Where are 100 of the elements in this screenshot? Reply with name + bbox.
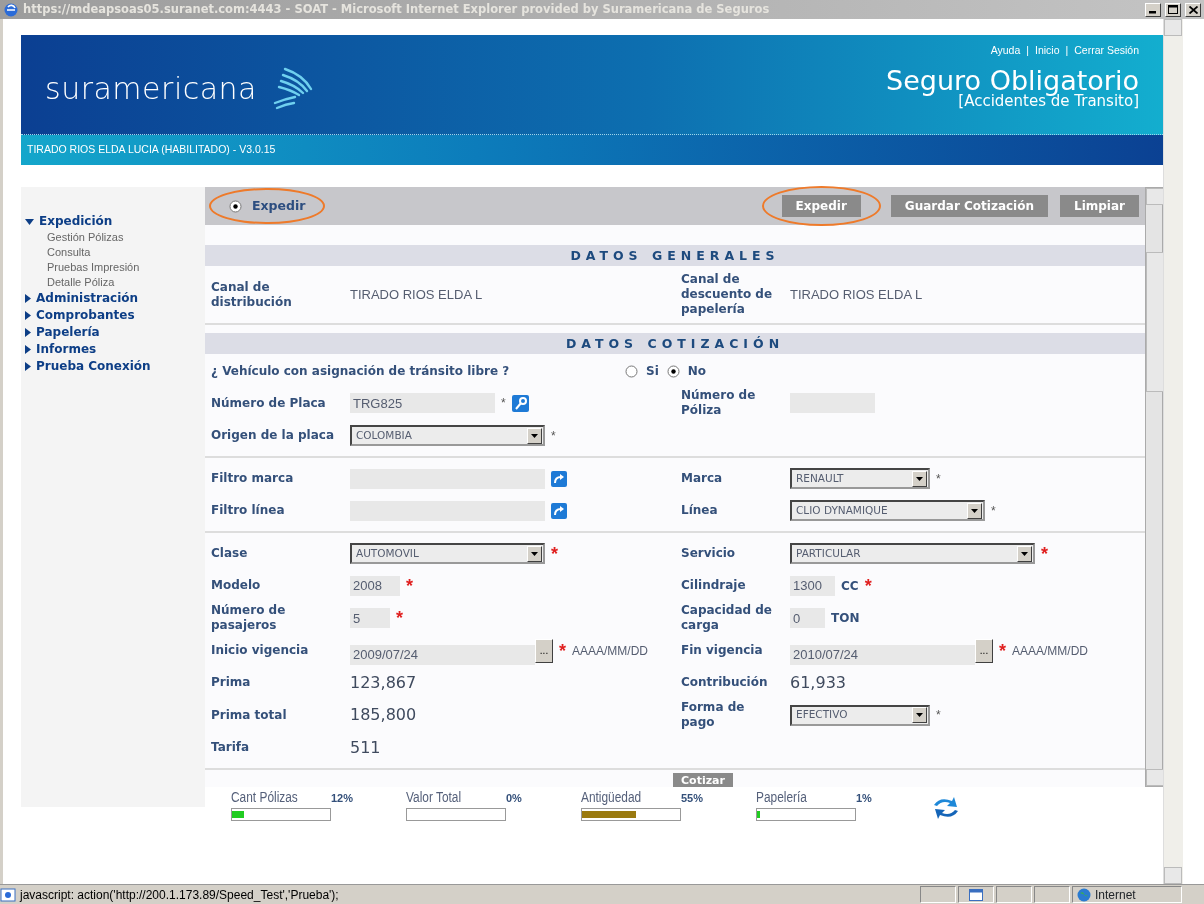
meter-label: Valor Total xyxy=(406,788,463,807)
status-pane xyxy=(996,886,1032,903)
sidebar-subitem[interactable]: Gestión Pólizas xyxy=(21,230,205,245)
required-mark: * xyxy=(396,613,403,623)
amount-value: 185,800 xyxy=(350,704,417,726)
globe-icon xyxy=(1077,887,1091,902)
security-zone: Internet xyxy=(1095,886,1136,904)
input-field[interactable]: 1300 xyxy=(790,575,835,596)
unit-label: CC xyxy=(841,577,859,595)
field-label: Prima total xyxy=(210,707,288,723)
required-mark: * xyxy=(999,645,1006,656)
close-icon xyxy=(1188,5,1198,14)
unit-label: TON xyxy=(831,610,860,627)
sidebar-item[interactable]: Expedición xyxy=(21,213,205,230)
sidebar-item[interactable]: Papelería xyxy=(21,324,205,341)
field-label: Línea xyxy=(680,503,719,518)
key-icon[interactable] xyxy=(511,394,529,412)
status-pane xyxy=(1034,886,1070,903)
radio-checked-icon xyxy=(666,364,680,378)
action-button[interactable]: Expedir xyxy=(781,195,861,217)
field-label: Capacidad de carga xyxy=(680,603,773,633)
required-mark: * xyxy=(559,645,566,656)
sidebar-subitem[interactable]: Detalle Póliza xyxy=(21,275,205,290)
sidebar-item[interactable]: Informes xyxy=(21,341,205,358)
meter-label: Cant Pólizas xyxy=(231,788,299,807)
required-mark: * xyxy=(406,580,413,591)
dropdown[interactable]: EFECTIVO xyxy=(790,704,930,726)
action-button[interactable]: Guardar Cotización xyxy=(890,195,1048,217)
sidebar-item[interactable]: Prueba Conexión xyxy=(21,358,205,375)
input-field[interactable]: 2010/07/24 xyxy=(790,644,975,665)
field-label: Fin vigencia xyxy=(680,643,764,658)
refresh-icon[interactable] xyxy=(931,795,961,821)
dropdown[interactable]: COLOMBIA xyxy=(350,425,545,446)
sidebar-item[interactable]: Comprobantes xyxy=(21,307,205,324)
field-label: Marca xyxy=(680,471,724,486)
quote-button[interactable]: Cotizar xyxy=(673,773,733,787)
sidebar-subitem[interactable]: Pruebas Impresión xyxy=(21,260,205,275)
status-pane xyxy=(920,886,956,903)
date-picker-button[interactable]: ... xyxy=(975,638,993,663)
field-label: Contribución xyxy=(680,675,769,690)
sidebar-item[interactable]: Administración xyxy=(21,290,205,307)
meter-label: Antigüedad xyxy=(581,788,643,807)
action-button[interactable]: Limpiar xyxy=(1060,195,1139,217)
input-field[interactable]: 2009/07/24 xyxy=(350,644,535,665)
maximize-button[interactable] xyxy=(1165,2,1181,17)
radio-option[interactable]: Si xyxy=(625,362,659,380)
section-header: DATOS GENERALES xyxy=(205,245,1145,266)
close-button[interactable] xyxy=(1185,2,1201,17)
dropdown-arrow-icon xyxy=(1021,551,1028,556)
sidebar-subitem[interactable]: Consulta xyxy=(21,245,205,260)
radio-option[interactable]: No xyxy=(666,362,707,380)
header-link[interactable]: Cerrar Sesión xyxy=(1074,43,1139,59)
dropdown[interactable]: PARTICULAR xyxy=(790,543,1035,564)
status-text: javascript: action('http://200.1.173.89/Speed_Test','Prueba'); xyxy=(18,886,340,904)
meter-reading: 55% xyxy=(681,791,704,806)
question-label: ¿ Vehículo con asignación de tránsito libre ? xyxy=(210,363,511,379)
dropdown-arrow-icon xyxy=(531,551,538,556)
radio-icon xyxy=(625,364,638,378)
dropdown[interactable]: RENAULT xyxy=(790,468,930,489)
radio-option[interactable]: Expedir xyxy=(229,196,306,216)
input-field[interactable]: 5 xyxy=(350,608,390,628)
field-label: Servicio xyxy=(680,546,737,561)
input-field[interactable]: TRG825 xyxy=(350,393,495,413)
required-mark: * xyxy=(551,427,556,445)
required-mark: * xyxy=(864,580,872,591)
field-label: Clase xyxy=(210,546,249,561)
field-label: Canal de descuento de papelería xyxy=(680,272,774,317)
field-label: Forma de pago xyxy=(680,700,746,730)
header-link[interactable]: Inicio xyxy=(1034,43,1060,59)
radio-checked-icon xyxy=(229,199,242,213)
field-label: Prima xyxy=(210,675,252,690)
date-format-hint: AAAA/MM/DD xyxy=(1012,642,1089,660)
field-label: Filtro línea xyxy=(210,503,286,518)
date-picker-button[interactable]: ... xyxy=(535,638,553,663)
amount-value: 61,933 xyxy=(790,671,846,694)
field-label: Origen de la placa xyxy=(210,428,335,443)
user-status: TIRADO RIOS ELDA LUCIA (HABILITADO) - V3.0.15 xyxy=(27,142,276,158)
meter-reading: 12% xyxy=(331,791,354,806)
field-label: Modelo xyxy=(210,578,262,593)
required-mark: * xyxy=(991,502,996,520)
input-field[interactable]: 0 xyxy=(790,608,825,628)
field-label: Número de Póliza xyxy=(680,388,757,418)
logo-text: suramericana xyxy=(45,70,257,108)
amount-value: 511 xyxy=(350,736,381,759)
dropdown-arrow-icon xyxy=(971,508,978,513)
field-label: Inicio vigencia xyxy=(210,643,310,658)
window-icon xyxy=(969,888,983,901)
required-mark: * xyxy=(1041,548,1048,559)
required-mark: * xyxy=(936,707,941,724)
browser-icon xyxy=(3,1,19,18)
field-label: Cilindraje xyxy=(680,578,747,593)
input-field[interactable]: 2008 xyxy=(350,575,400,596)
dropdown-arrow-icon xyxy=(916,476,923,481)
header-link[interactable]: Ayuda xyxy=(990,43,1021,59)
dropdown[interactable]: CLIO DYNAMIQUE xyxy=(790,500,985,521)
scrollbar[interactable] xyxy=(1145,187,1163,787)
dropdown[interactable]: AUTOMOVIL xyxy=(350,543,545,564)
maximize-icon xyxy=(1168,5,1178,14)
minimize-button[interactable] xyxy=(1145,2,1161,17)
dropdown-arrow-icon xyxy=(916,713,923,717)
